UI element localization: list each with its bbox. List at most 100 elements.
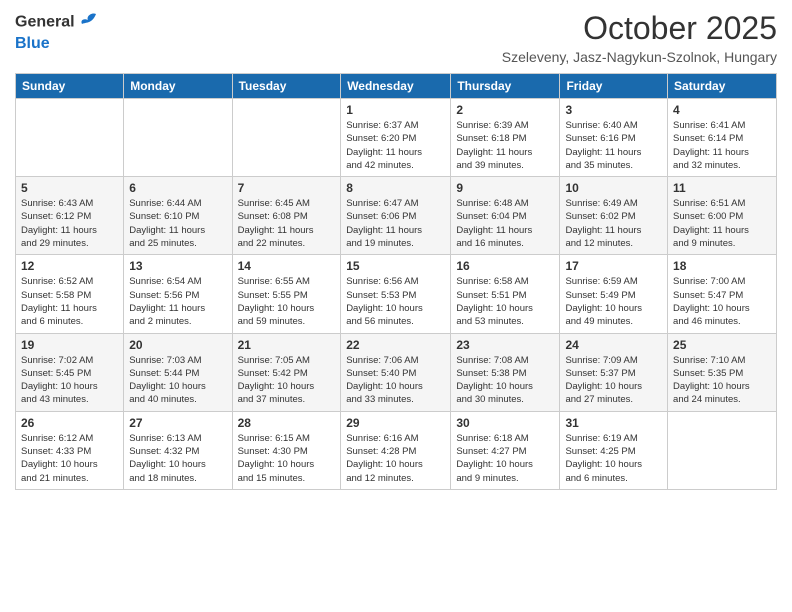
day-info-line: Daylight: 10 hours <box>565 459 642 470</box>
day-number: 4 <box>673 103 771 117</box>
day-info-line: Sunrise: 6:48 AM <box>456 198 528 209</box>
table-row <box>232 99 341 177</box>
calendar-week-3: 12 Sunrise: 6:52 AMSunset: 5:58 PMDayligh… <box>16 255 777 333</box>
day-info-line: Sunrise: 7:02 AM <box>21 355 93 366</box>
header-friday: Friday <box>560 74 668 99</box>
day-info: Sunrise: 6:40 AMSunset: 6:16 PMDaylight:… <box>565 119 662 172</box>
day-info: Sunrise: 6:52 AMSunset: 5:58 PMDaylight:… <box>21 275 118 328</box>
table-row <box>124 99 232 177</box>
day-info: Sunrise: 6:49 AMSunset: 6:02 PMDaylight:… <box>565 197 662 250</box>
month-title: October 2025 <box>502 10 777 47</box>
table-row: 21Sunrise: 7:05 AMSunset: 5:42 PMDayligh… <box>232 333 341 411</box>
day-info-line: Sunrise: 6:13 AM <box>129 433 201 444</box>
logo-blue: Blue <box>15 35 100 53</box>
table-row: 13Sunrise: 6:54 AMSunset: 5:56 PMDayligh… <box>124 255 232 333</box>
day-info-line: Sunrise: 7:00 AM <box>673 276 745 287</box>
day-info-line: Sunrise: 6:18 AM <box>456 433 528 444</box>
day-info-line: Daylight: 11 hours <box>129 225 205 236</box>
day-info: Sunrise: 6:19 AMSunset: 4:25 PMDaylight:… <box>565 432 662 485</box>
logo-bird-icon <box>78 10 100 32</box>
header-tuesday: Tuesday <box>232 74 341 99</box>
day-info-line: Sunrise: 6:44 AM <box>129 198 201 209</box>
day-number: 5 <box>21 181 118 195</box>
day-number: 2 <box>456 103 554 117</box>
day-info-line: Sunset: 6:02 PM <box>565 211 635 222</box>
day-info-line: Daylight: 11 hours <box>346 147 422 158</box>
table-row: 10 Sunrise: 6:49 AMSunset: 6:02 PMDayligh… <box>560 177 668 255</box>
day-info: Sunrise: 6:51 AMSunset: 6:00 PMDaylight:… <box>673 197 771 250</box>
table-row <box>16 99 124 177</box>
header: General Blue October 2025 Szeleveny, Jas… <box>15 10 777 65</box>
day-info-line: and 15 minutes. <box>238 473 306 484</box>
day-info: Sunrise: 6:58 AMSunset: 5:51 PMDaylight:… <box>456 275 554 328</box>
day-info-line: Sunrise: 6:47 AM <box>346 198 418 209</box>
day-info-line: and 53 minutes. <box>456 316 524 327</box>
day-info-line: Sunset: 5:51 PM <box>456 290 526 301</box>
calendar-week-1: 1Sunrise: 6:37 AMSunset: 6:20 PMDaylight… <box>16 99 777 177</box>
day-info-line: Daylight: 11 hours <box>129 303 205 314</box>
table-row: 14Sunrise: 6:55 AMSunset: 5:55 PMDayligh… <box>232 255 341 333</box>
day-info-line: and 30 minutes. <box>456 394 524 405</box>
day-number: 29 <box>346 416 445 430</box>
day-info-line: Sunrise: 7:03 AM <box>129 355 201 366</box>
title-section: October 2025 Szeleveny, Jasz-Nagykun-Szo… <box>502 10 777 65</box>
day-info: Sunrise: 6:12 AMSunset: 4:33 PMDaylight:… <box>21 432 118 485</box>
day-info-line: and 25 minutes. <box>129 238 197 249</box>
day-number: 28 <box>238 416 336 430</box>
day-info: Sunrise: 7:03 AMSunset: 5:44 PMDaylight:… <box>129 354 226 407</box>
day-info-line: Sunset: 5:49 PM <box>565 290 635 301</box>
table-row: 12 Sunrise: 6:52 AMSunset: 5:58 PMDayligh… <box>16 255 124 333</box>
day-number: 20 <box>129 338 226 352</box>
day-info: Sunrise: 6:47 AMSunset: 6:06 PMDaylight:… <box>346 197 445 250</box>
header-sunday: Sunday <box>16 74 124 99</box>
day-number: 27 <box>129 416 226 430</box>
day-info-line: Sunrise: 6:54 AM <box>129 276 201 287</box>
table-row: 22Sunrise: 7:06 AMSunset: 5:40 PMDayligh… <box>341 333 451 411</box>
day-info-line: Sunset: 5:56 PM <box>129 290 199 301</box>
day-info-line: Sunset: 5:47 PM <box>673 290 743 301</box>
day-info: Sunrise: 6:39 AMSunset: 6:18 PMDaylight:… <box>456 119 554 172</box>
day-info-line: Sunset: 6:12 PM <box>21 211 91 222</box>
day-info: Sunrise: 7:05 AMSunset: 5:42 PMDaylight:… <box>238 354 336 407</box>
day-info-line: Daylight: 11 hours <box>456 147 532 158</box>
table-row: 8Sunrise: 6:47 AMSunset: 6:06 PMDaylight… <box>341 177 451 255</box>
calendar-table: Sunday Monday Tuesday Wednesday Thursday… <box>15 73 777 490</box>
day-info-line: Daylight: 11 hours <box>346 225 422 236</box>
day-info-line: Sunset: 6:18 PM <box>456 133 526 144</box>
day-number: 11 <box>673 181 771 195</box>
day-info-line: Daylight: 11 hours <box>673 147 749 158</box>
logo-text: General Blue <box>15 10 100 53</box>
day-info-line: Sunrise: 6:16 AM <box>346 433 418 444</box>
day-number: 9 <box>456 181 554 195</box>
day-number: 10 <box>565 181 662 195</box>
day-info: Sunrise: 6:55 AMSunset: 5:55 PMDaylight:… <box>238 275 336 328</box>
day-info-line: Daylight: 10 hours <box>21 459 98 470</box>
day-info-line: Sunrise: 6:51 AM <box>673 198 745 209</box>
day-info-line: and 27 minutes. <box>565 394 633 405</box>
day-info-line: and 29 minutes. <box>21 238 89 249</box>
day-info-line: and 46 minutes. <box>673 316 741 327</box>
day-info: Sunrise: 7:02 AMSunset: 5:45 PMDaylight:… <box>21 354 118 407</box>
day-info-line: Sunset: 4:32 PM <box>129 446 199 457</box>
day-info-line: Sunset: 5:35 PM <box>673 368 743 379</box>
day-info-line: and 40 minutes. <box>129 394 197 405</box>
day-info-line: and 32 minutes. <box>673 160 741 171</box>
calendar-week-2: 5Sunrise: 6:43 AMSunset: 6:12 PMDaylight… <box>16 177 777 255</box>
day-number: 24 <box>565 338 662 352</box>
day-info: Sunrise: 6:41 AMSunset: 6:14 PMDaylight:… <box>673 119 771 172</box>
table-row: 27Sunrise: 6:13 AMSunset: 4:32 PMDayligh… <box>124 411 232 489</box>
day-info-line: Daylight: 10 hours <box>673 303 750 314</box>
day-number: 25 <box>673 338 771 352</box>
table-row: 28Sunrise: 6:15 AMSunset: 4:30 PMDayligh… <box>232 411 341 489</box>
day-info: Sunrise: 7:06 AMSunset: 5:40 PMDaylight:… <box>346 354 445 407</box>
day-info-line: Sunrise: 6:55 AM <box>238 276 310 287</box>
day-info-line: Daylight: 10 hours <box>456 459 533 470</box>
table-row: 31Sunrise: 6:19 AMSunset: 4:25 PMDayligh… <box>560 411 668 489</box>
day-info-line: and 18 minutes. <box>129 473 197 484</box>
day-info-line: Daylight: 10 hours <box>565 381 642 392</box>
day-info-line: and 59 minutes. <box>238 316 306 327</box>
day-info-line: and 6 minutes. <box>21 316 83 327</box>
day-info-line: Sunset: 6:08 PM <box>238 211 308 222</box>
day-info: Sunrise: 7:08 AMSunset: 5:38 PMDaylight:… <box>456 354 554 407</box>
day-number: 12 <box>21 259 118 273</box>
